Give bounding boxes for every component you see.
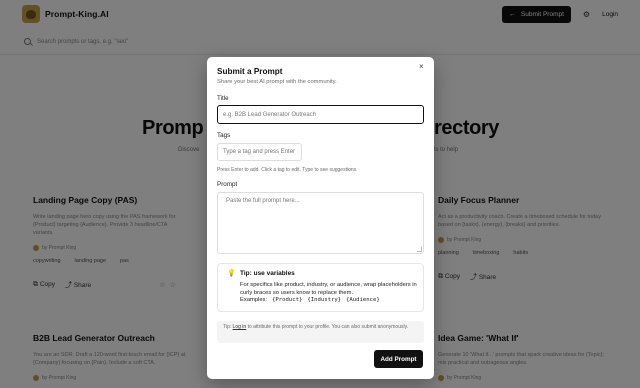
- tip-title: Tip: use variables: [240, 270, 295, 277]
- prompt-placeholder: Paste the full prompt here...: [226, 198, 300, 204]
- title-label: Title: [217, 95, 229, 102]
- tip-examples: Examples: {Product} {Industry} {Audience…: [240, 297, 380, 303]
- title-input[interactable]: e.g. B2B Lead Generator Outreach: [217, 105, 424, 124]
- tags-placeholder: Type a tag and press Enter: [223, 149, 296, 155]
- add-prompt-button[interactable]: Add Prompt: [374, 350, 423, 368]
- modal-title: Submit a Prompt: [217, 67, 283, 76]
- tip-body: For specifics like product, industry, or…: [240, 282, 417, 296]
- prompt-label: Prompt: [217, 181, 238, 188]
- lightbulb-icon: 💡: [227, 270, 236, 277]
- resize-handle-icon[interactable]: [417, 247, 422, 252]
- example-variable: {Industry}: [307, 297, 342, 303]
- modal-subtitle: Share your best AI prompt with the commu…: [217, 79, 337, 85]
- example-variable: {Audience}: [346, 297, 380, 303]
- submit-prompt-modal: Submit a Prompt Share your best AI promp…: [207, 57, 434, 379]
- tags-help-text: Press Enter to add. Click a tag to edit.…: [217, 167, 358, 173]
- login-tip: Tip: Log in to attribute this prompt to …: [217, 321, 424, 343]
- variables-tip: 💡 Tip: use variables For specifics like …: [217, 263, 424, 312]
- tags-label: Tags: [217, 132, 231, 139]
- close-icon[interactable]: ×: [419, 62, 424, 71]
- bottom-tip-prefix: Tip:: [223, 324, 232, 330]
- example-variable: {Product}: [272, 297, 303, 303]
- title-placeholder: e.g. B2B Lead Generator Outreach: [223, 111, 317, 118]
- bottom-tip-suffix: to attribute this prompt to your profile…: [247, 324, 409, 330]
- prompt-textarea[interactable]: Paste the full prompt here...: [217, 192, 424, 254]
- login-link[interactable]: Log in: [233, 324, 247, 330]
- tags-input[interactable]: Type a tag and press Enter: [217, 143, 302, 161]
- examples-label: Examples:: [240, 297, 268, 303]
